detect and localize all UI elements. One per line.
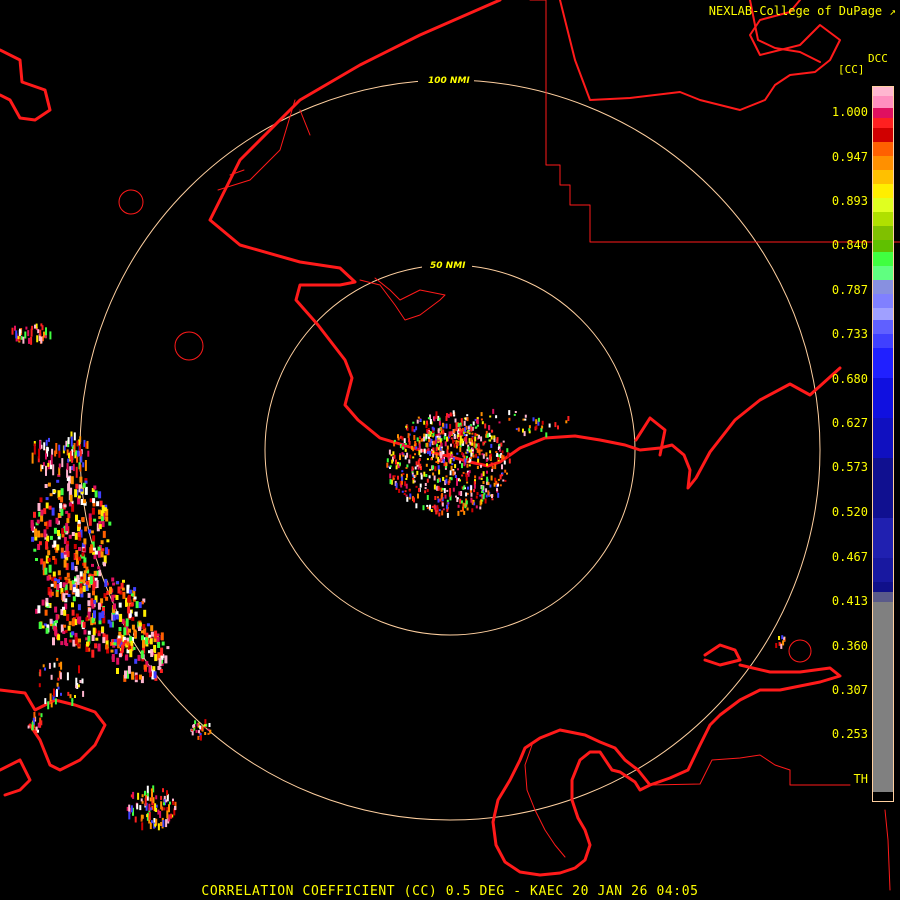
radar-echoes bbox=[11, 323, 786, 831]
range-ring-label-100: 100 NMI bbox=[428, 76, 470, 86]
scale-tick-label: 0.627 bbox=[831, 416, 868, 430]
scale-tick-label: 0.520 bbox=[831, 505, 868, 519]
scale-tick-label: 0.893 bbox=[831, 194, 868, 208]
scale-unit: [CC] bbox=[838, 63, 865, 76]
scale-tick-label: 0.947 bbox=[831, 150, 868, 164]
credit-label: NEXLAB-College of DuPage ↗ bbox=[708, 4, 896, 18]
scale-tick-label: 0.573 bbox=[831, 460, 868, 474]
scale-title: DCC bbox=[868, 52, 888, 65]
scale-tick-label: 1.000 bbox=[831, 105, 868, 119]
scale-tick-label: TH bbox=[853, 772, 868, 786]
scale-tick-label: 0.733 bbox=[831, 327, 868, 341]
range-ring-100nmi bbox=[79, 79, 821, 821]
scale-tick-label: 0.253 bbox=[831, 727, 868, 741]
scale-tick-label: 0.467 bbox=[831, 550, 868, 564]
radar-display: 100 NMI 50 NMI bbox=[0, 0, 900, 891]
scale-tick-label: 0.840 bbox=[831, 238, 868, 252]
range-ring-50nmi bbox=[264, 264, 636, 636]
scale-tick-label: 0.413 bbox=[831, 594, 868, 608]
color-scale-bar bbox=[872, 86, 894, 802]
scale-tick-label: 0.787 bbox=[831, 283, 868, 297]
scale-tick-label: 0.360 bbox=[831, 639, 868, 653]
external-link-icon: ↗ bbox=[889, 5, 896, 18]
scale-tick-label: 0.307 bbox=[831, 683, 868, 697]
product-caption: CORRELATION COEFFICIENT (CC) 0.5 DEG - K… bbox=[201, 884, 699, 899]
range-ring-label-50: 50 NMI bbox=[430, 261, 466, 271]
scale-tick-label: 0.680 bbox=[831, 372, 868, 386]
